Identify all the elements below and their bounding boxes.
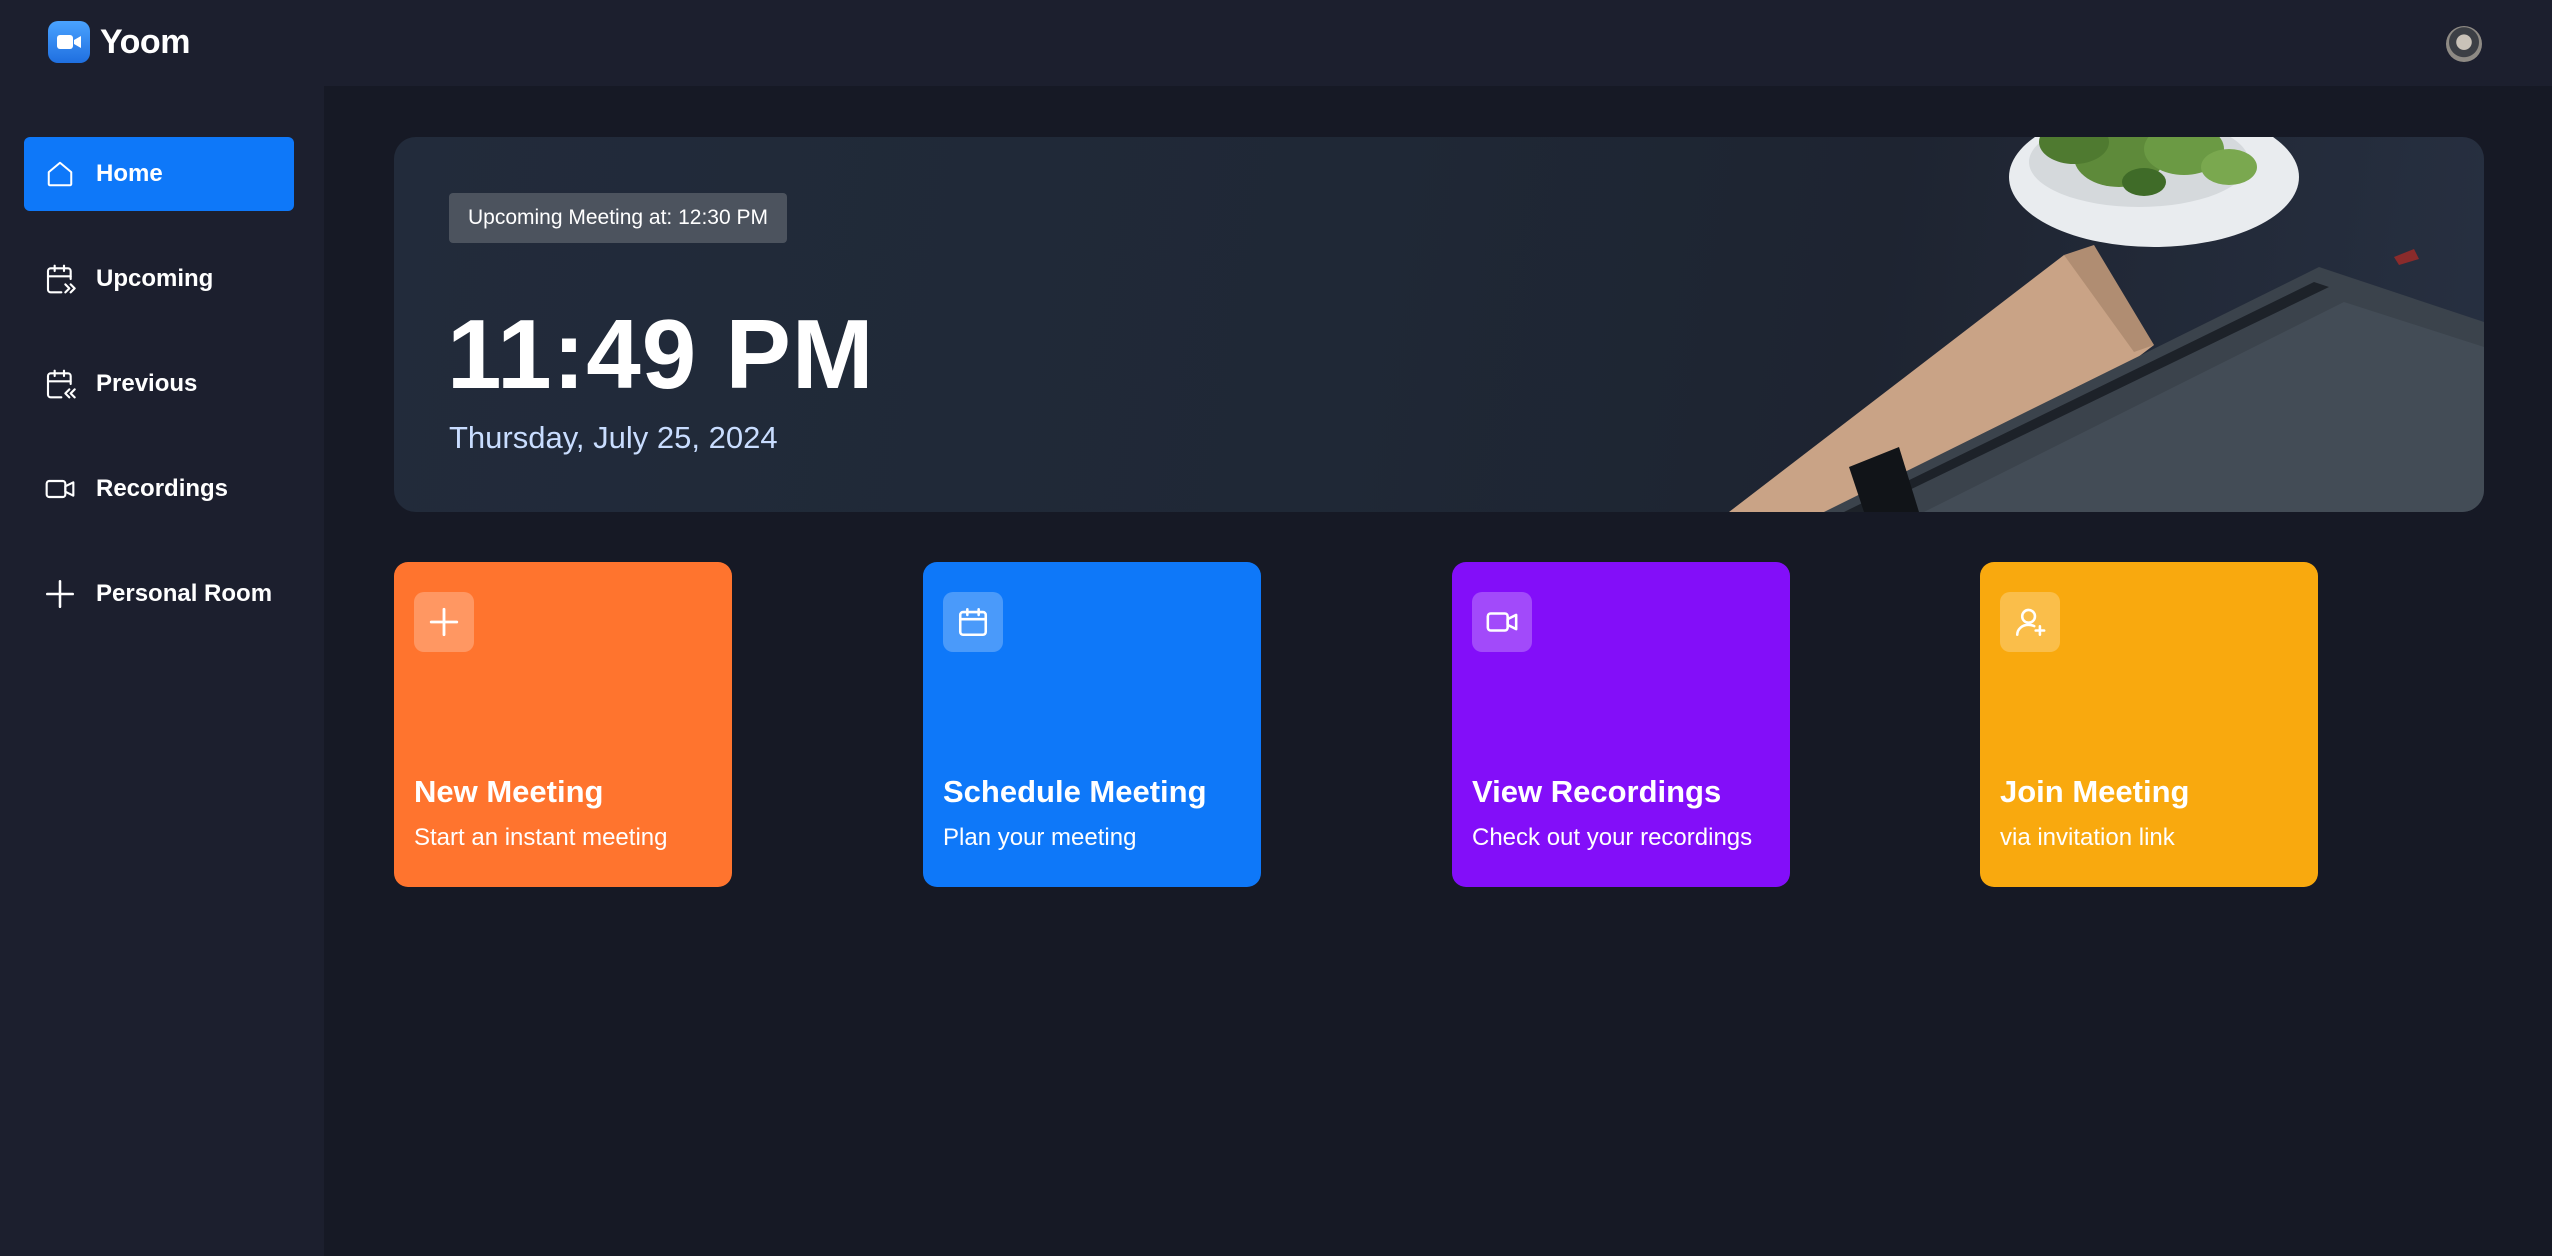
sidebar-item-label: Recordings	[96, 475, 229, 502]
new-meeting-card[interactable]: New Meeting Start an instant meeting	[394, 562, 732, 887]
join-meeting-card[interactable]: Join Meeting via invitation link	[1980, 562, 2318, 887]
card-title: Schedule Meeting	[943, 774, 1207, 809]
top-bar: Yoom	[0, 0, 2552, 86]
hero-banner: Upcoming Meeting at: 12:30 PM 11:49 PM T…	[394, 137, 2484, 512]
app-name: Yoom	[100, 22, 190, 61]
calendar-upcoming-icon	[42, 261, 78, 297]
user-avatar[interactable]	[2446, 26, 2482, 62]
card-subtitle: Plan your meeting	[943, 824, 1137, 851]
home-icon	[42, 156, 78, 192]
sidebar-item-home[interactable]: Home	[24, 137, 294, 211]
card-subtitle: Start an instant meeting	[414, 824, 668, 851]
current-date: Thursday, July 25, 2024	[449, 420, 778, 455]
calendar-icon	[943, 592, 1003, 652]
card-title: Join Meeting	[2000, 774, 2190, 809]
card-title: New Meeting	[414, 774, 604, 809]
sidebar: Home Upcoming Previous Recordings Person…	[0, 86, 324, 1256]
sidebar-item-label: Previous	[96, 370, 198, 397]
card-title: View Recordings	[1472, 774, 1722, 809]
current-time: 11:49 PM	[447, 299, 875, 409]
sidebar-item-recordings[interactable]: Recordings	[24, 452, 294, 526]
app-logo[interactable]: Yoom	[48, 20, 190, 64]
calendar-previous-icon	[42, 366, 78, 402]
plus-icon	[42, 576, 78, 612]
schedule-meeting-card[interactable]: Schedule Meeting Plan your meeting	[923, 562, 1261, 887]
sidebar-item-label: Home	[96, 160, 163, 187]
sidebar-item-personal-room[interactable]: Personal Room	[24, 557, 294, 631]
card-subtitle: Check out your recordings	[1472, 824, 1753, 851]
sidebar-item-label: Upcoming	[96, 265, 214, 292]
video-icon	[42, 471, 78, 507]
card-subtitle: via invitation link	[2000, 824, 2175, 851]
plus-icon	[414, 592, 474, 652]
upcoming-meeting-badge: Upcoming Meeting at: 12:30 PM	[449, 193, 787, 243]
video-icon	[1472, 592, 1532, 652]
view-recordings-card[interactable]: View Recordings Check out your recording…	[1452, 562, 1790, 887]
sidebar-item-previous[interactable]: Previous	[24, 347, 294, 421]
sidebar-item-upcoming[interactable]: Upcoming	[24, 242, 294, 316]
user-plus-icon	[2000, 592, 2060, 652]
logo-video-icon	[48, 21, 90, 63]
sidebar-item-label: Personal Room	[96, 580, 273, 607]
